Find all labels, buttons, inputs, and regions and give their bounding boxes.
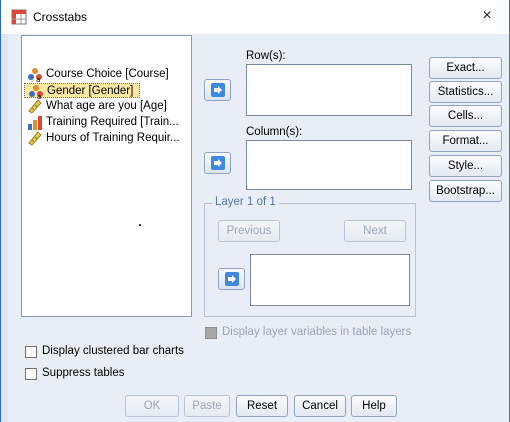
bootstrap-button[interactable]: Bootstrap... (429, 180, 502, 202)
variable-item-course[interactable]: a Course Choice [Course] (24, 67, 175, 82)
rows-box[interactable] (246, 64, 412, 116)
layer-box[interactable] (250, 254, 410, 306)
title-bar: Crosstabs × (1, 0, 509, 34)
display-layer-label: Display layer variables in table layers (222, 326, 412, 338)
arrow-right-icon (228, 275, 236, 283)
left-edge (1, 34, 8, 422)
move-to-rows-button[interactable] (204, 79, 231, 101)
layer-label: Layer 1 of 1 (212, 196, 279, 208)
variable-label: Hours of Training Requir... (46, 132, 180, 144)
variable-label: Course Choice [Course] (46, 68, 169, 80)
nominal-icon: a (28, 68, 42, 82)
previous-layer-button[interactable]: Previous (218, 220, 280, 242)
columns-label: Column(s): (246, 126, 303, 138)
scale-icon (28, 131, 42, 146)
variable-item-age[interactable]: What age are you [Age] (24, 99, 173, 114)
svg-text:a: a (36, 76, 40, 82)
suppress-tables-checkbox[interactable] (25, 368, 37, 380)
arrow-right-icon (214, 159, 222, 167)
variable-item-gender[interactable]: a Gender [Gender] (24, 83, 141, 99)
columns-box[interactable] (246, 140, 412, 190)
variable-list[interactable]: a Course Choice [Course] a Gender [Gende… (21, 35, 192, 317)
variable-label: What age are you [Age] (46, 100, 167, 112)
crosstabs-app-icon (11, 9, 27, 25)
variable-item-hours[interactable]: Hours of Training Requir... (24, 131, 186, 146)
clustered-bar-checkbox[interactable] (25, 346, 37, 358)
move-to-columns-button[interactable] (204, 152, 231, 174)
variable-label: Training Required [Train... (46, 116, 179, 128)
help-button[interactable]: Help (351, 395, 397, 417)
format-button[interactable]: Format... (429, 130, 502, 152)
arrow-right-icon (214, 86, 222, 94)
statistics-button[interactable]: Statistics... (429, 81, 502, 103)
nominal-icon: a (29, 85, 43, 99)
scale-icon (28, 99, 42, 114)
variable-item-training-required[interactable]: Training Required [Train... (24, 115, 185, 130)
cancel-button[interactable]: Cancel (294, 395, 346, 417)
crosstabs-dialog: Crosstabs × a Course Choice [Course] a G… (0, 0, 510, 422)
list-marker (139, 224, 141, 226)
reset-button[interactable]: Reset (236, 395, 288, 417)
ordinal-icon (28, 116, 42, 130)
suppress-tables-label: Suppress tables (42, 367, 125, 379)
style-button[interactable]: Style... (429, 155, 502, 177)
exact-button[interactable]: Exact... (429, 57, 502, 79)
cells-button[interactable]: Cells... (429, 105, 502, 127)
move-to-layer-button[interactable] (218, 268, 245, 290)
variable-label: Gender [Gender] (47, 85, 134, 97)
paste-button[interactable]: Paste (184, 395, 230, 417)
display-layer-checkbox[interactable] (205, 327, 217, 339)
rows-label: Row(s): (246, 50, 286, 62)
ok-button[interactable]: OK (125, 395, 179, 417)
clustered-bar-label: Display clustered bar charts (42, 345, 184, 357)
next-layer-button[interactable]: Next (344, 220, 406, 242)
close-button[interactable]: × (465, 0, 509, 32)
window-title: Crosstabs (33, 10, 88, 24)
